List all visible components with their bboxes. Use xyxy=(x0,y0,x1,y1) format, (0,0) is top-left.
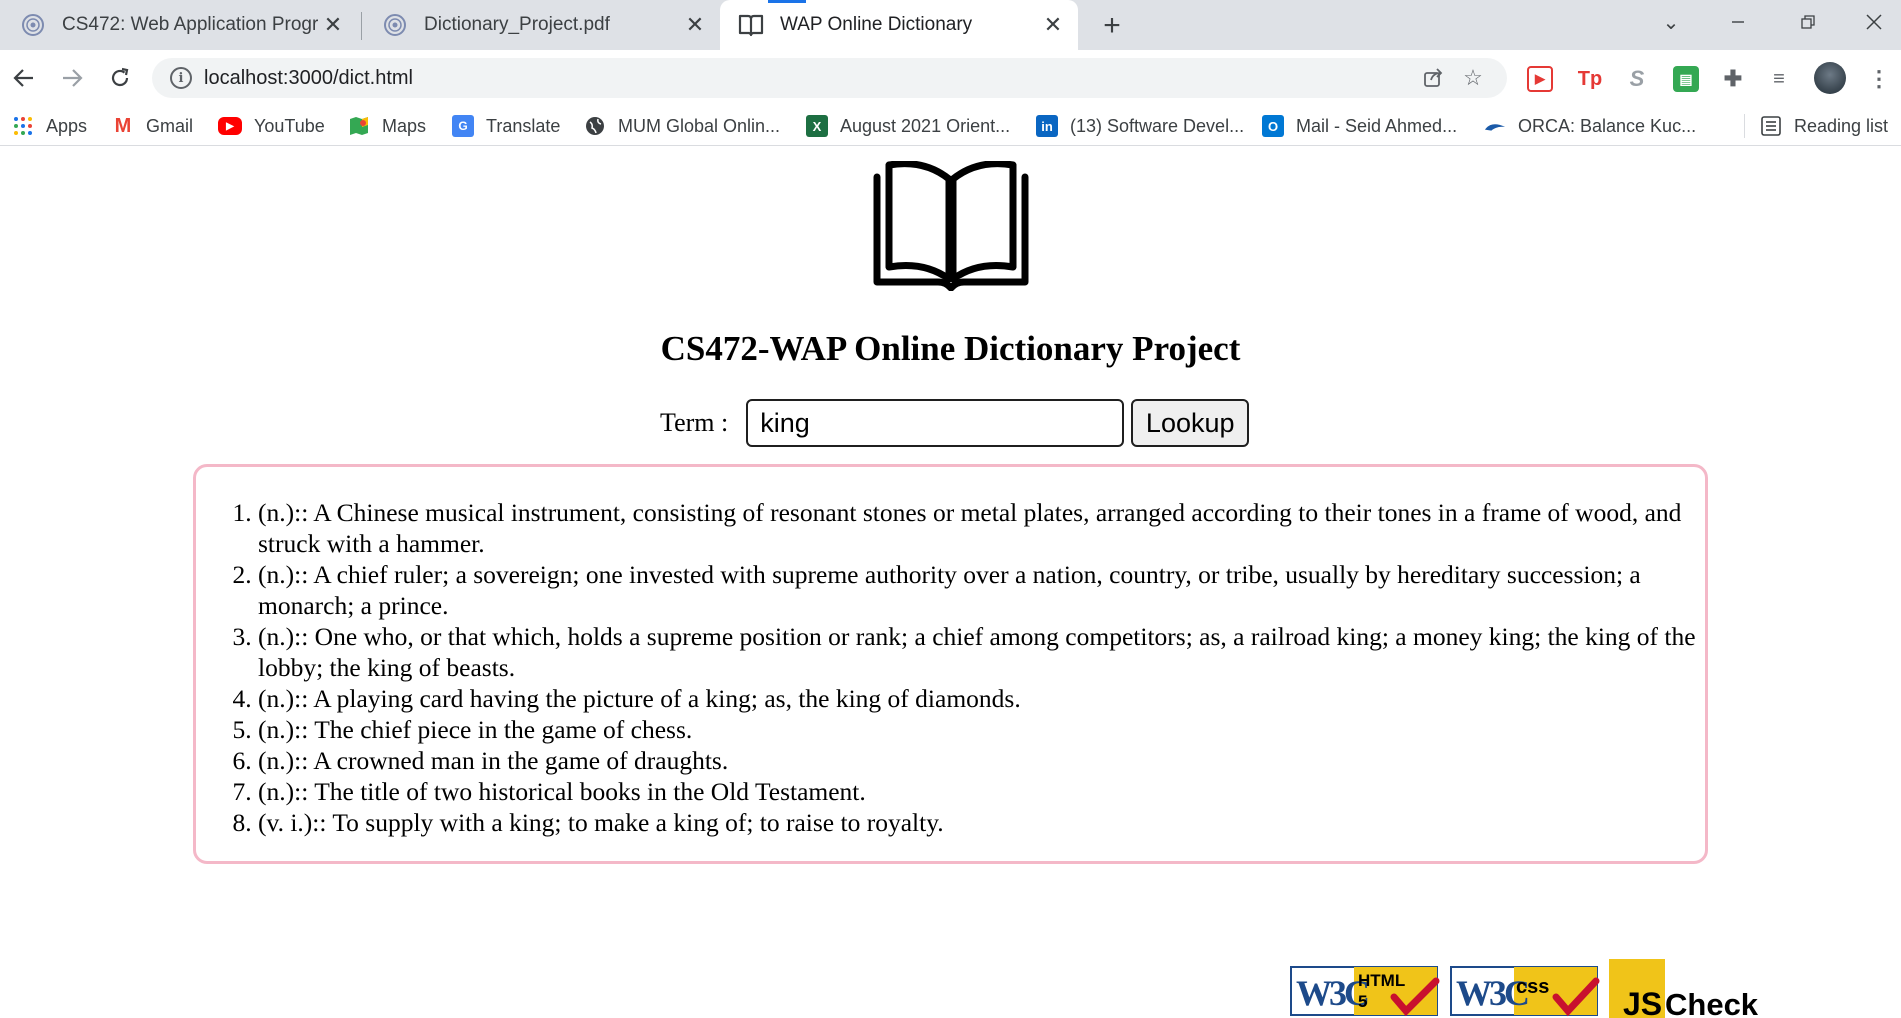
definition-item: (n.):: A crowned man in the game of drau… xyxy=(258,745,1698,776)
css-text: css xyxy=(1516,976,1549,998)
bookmark-label: Translate xyxy=(486,115,561,136)
close-tab-icon[interactable]: ✕ xyxy=(1038,10,1068,40)
definition-item: (n.):: A Chinese musical instrument, con… xyxy=(258,497,1698,559)
tab-wap-online-dictionary[interactable]: WAP Online Dictionary ✕ xyxy=(720,0,1078,50)
bookmark-mum-global[interactable]: MUM Global Onlin... xyxy=(584,112,780,140)
bookmark-apps[interactable]: Apps xyxy=(12,112,87,140)
gmail-icon: M xyxy=(114,114,132,137)
new-tab-button[interactable]: + xyxy=(1094,8,1130,44)
orca-icon xyxy=(1484,115,1506,137)
w3c-css-badge[interactable]: W3C css xyxy=(1450,959,1600,1018)
page-title: CS472-WAP Online Dictionary Project xyxy=(660,329,1241,368)
youtube-icon: ▶ xyxy=(218,117,242,135)
html-version-text: 5 xyxy=(1358,992,1367,1011)
forward-icon[interactable] xyxy=(54,60,90,96)
w3c-html5-badge[interactable]: W3C HTML 5 xyxy=(1290,959,1440,1018)
bookmark-star-icon[interactable]: ☆ xyxy=(1456,58,1490,98)
maps-icon xyxy=(348,115,370,137)
term-input[interactable] xyxy=(746,399,1125,447)
bookmark-youtube[interactable]: ▶ YouTube xyxy=(218,112,325,140)
lookup-button[interactable]: Lookup xyxy=(1131,399,1250,447)
tab-title: CS472: Web Application Program xyxy=(62,14,318,35)
university-seal-icon xyxy=(20,12,46,38)
site-info-icon[interactable]: i xyxy=(170,67,192,89)
tab-title: WAP Online Dictionary xyxy=(780,14,973,35)
tab-dictionary-pdf[interactable]: Dictionary_Project.pdf ✕ xyxy=(362,0,720,50)
browser-toolbar: i localhost:3000/dict.html ☆ ▶ Tp S ▤ ✚ … xyxy=(0,50,1901,106)
page-viewport: CS472-WAP Online Dictionary Project Term… xyxy=(0,147,1901,1018)
book-icon xyxy=(738,12,764,38)
bookmarks-divider xyxy=(1744,114,1745,138)
tab-search-chevron-icon[interactable]: ⌄ xyxy=(1643,0,1699,44)
bookmark-label: August 2021 Orient... xyxy=(840,115,1011,136)
bookmark-august-orientation[interactable]: X August 2021 Orient... xyxy=(806,112,1010,140)
definitions-list: (n.):: A Chinese musical instrument, con… xyxy=(258,497,1698,838)
bookmark-label: MUM Global Onlin... xyxy=(618,115,781,136)
menu-kebab-icon[interactable]: ⋮ xyxy=(1866,66,1892,92)
dictionary-book-logo xyxy=(872,160,1030,292)
definition-item: (n.):: A chief ruler; a sovereign; one i… xyxy=(258,559,1698,621)
bookmark-label: ORCA: Balance Kuc... xyxy=(1518,115,1697,136)
url-text: localhost:3000/dict.html xyxy=(204,66,414,89)
media-playlist-icon[interactable]: ≡ xyxy=(1766,66,1792,92)
reload-icon[interactable] xyxy=(102,60,138,96)
share-icon[interactable] xyxy=(1416,58,1450,98)
bookmark-gmail[interactable]: M Gmail xyxy=(112,112,193,140)
university-seal-icon xyxy=(382,12,408,38)
definition-item: (n.):: The title of two historical books… xyxy=(258,776,1698,807)
linkedin-icon: in xyxy=(1036,115,1058,137)
definition-item: (n.):: The chief piece in the game of ch… xyxy=(258,714,1698,745)
definition-item: (v. i.):: To supply with a king; to make… xyxy=(258,807,1698,838)
bookmarks-bar: Apps M Gmail ▶ YouTube Maps G Translate … xyxy=(0,106,1901,146)
definitions-panel: (n.):: A Chinese musical instrument, con… xyxy=(193,464,1708,864)
js-text: JS xyxy=(1623,986,1662,1018)
close-tab-icon[interactable]: ✕ xyxy=(680,10,710,40)
extension-printer-icon[interactable]: ▤ xyxy=(1673,66,1699,92)
close-window-icon[interactable] xyxy=(1846,0,1901,44)
jscheck-badge[interactable]: JS Check xyxy=(1609,959,1769,1018)
bookmark-label: YouTube xyxy=(254,115,325,136)
reading-list-button[interactable]: Reading list xyxy=(1760,112,1888,140)
search-form: Term : Lookup xyxy=(660,399,1250,447)
globe-icon xyxy=(584,115,606,137)
bookmark-label: (13) Software Devel... xyxy=(1070,115,1245,136)
bookmark-label: Mail - Seid Ahmed... xyxy=(1296,115,1458,136)
tab-title: Dictionary_Project.pdf xyxy=(424,14,610,35)
bookmark-mail-seid[interactable]: O Mail - Seid Ahmed... xyxy=(1262,112,1457,140)
definition-item: (n.):: A playing card having the picture… xyxy=(258,683,1698,714)
close-tab-icon[interactable]: ✕ xyxy=(318,10,348,40)
outlook-icon: O xyxy=(1262,115,1284,137)
term-label: Term : xyxy=(660,408,729,437)
excel-icon: X xyxy=(806,115,828,137)
definition-item: (n.):: One who, or that which, holds a s… xyxy=(258,621,1698,683)
tab-strip: CS472: Web Application Program ✕ Diction… xyxy=(0,0,1901,50)
apps-grid-icon xyxy=(12,115,34,137)
back-icon[interactable] xyxy=(6,60,42,96)
tab-cs472[interactable]: CS472: Web Application Program ✕ xyxy=(0,0,358,50)
bookmark-label: Maps xyxy=(382,115,427,136)
address-bar[interactable]: i localhost:3000/dict.html ☆ xyxy=(152,58,1507,98)
bookmark-maps[interactable]: Maps xyxy=(348,112,426,140)
bookmark-orca[interactable]: ORCA: Balance Kuc... xyxy=(1484,112,1696,140)
html-text: HTML xyxy=(1358,971,1405,990)
extension-s-icon[interactable]: S xyxy=(1624,66,1650,92)
bookmark-label: Apps xyxy=(46,115,88,136)
restore-icon[interactable] xyxy=(1780,0,1836,44)
translate-icon: G xyxy=(452,115,474,137)
extensions-puzzle-icon[interactable]: ✚ xyxy=(1720,66,1746,92)
extension-video-icon[interactable]: ▶ xyxy=(1527,66,1553,92)
minimize-icon[interactable] xyxy=(1710,0,1766,44)
reading-list-icon xyxy=(1760,115,1782,137)
extension-tp-icon[interactable]: Tp xyxy=(1577,66,1603,92)
profile-avatar[interactable] xyxy=(1814,62,1846,94)
reading-list-label: Reading list xyxy=(1794,115,1889,136)
check-text: Check xyxy=(1665,987,1759,1018)
bookmark-translate[interactable]: G Translate xyxy=(452,112,560,140)
bookmark-software-devel[interactable]: in (13) Software Devel... xyxy=(1036,112,1244,140)
bookmark-label: Gmail xyxy=(146,115,194,136)
